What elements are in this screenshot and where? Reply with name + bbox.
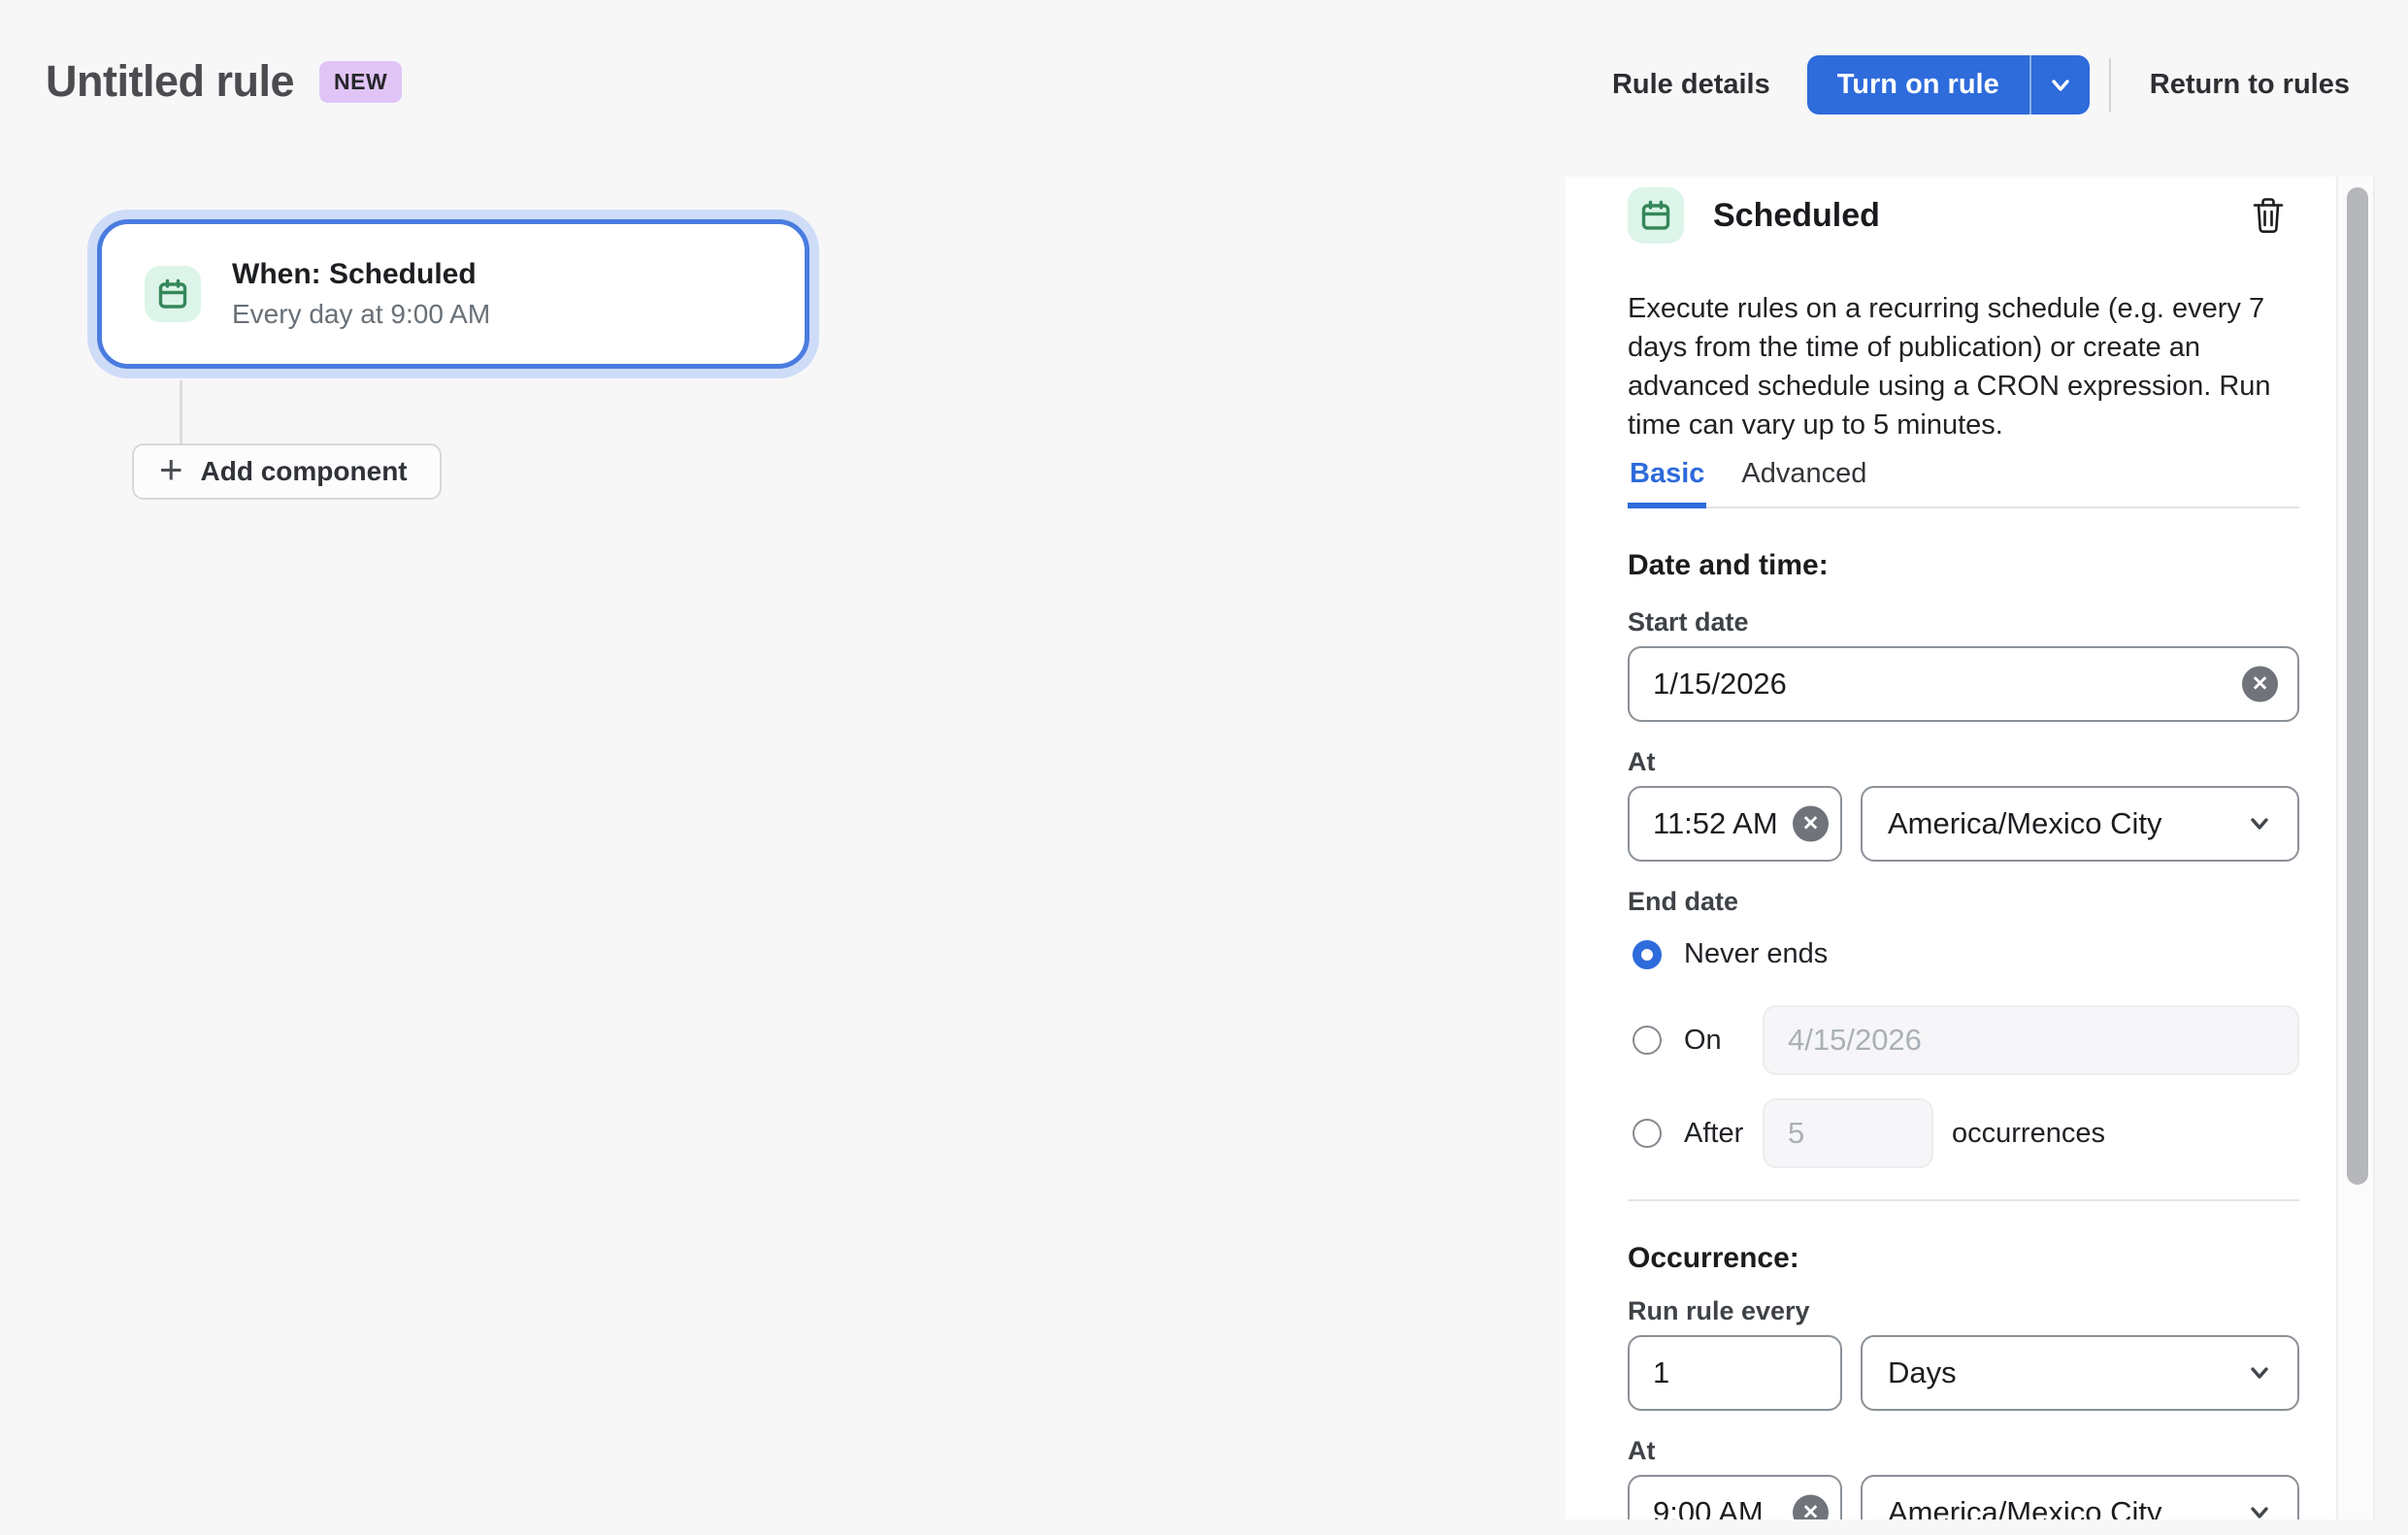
run-every-unit-select[interactable]: Days bbox=[1861, 1335, 2299, 1411]
end-after-radio-cell: After bbox=[1633, 1118, 1763, 1150]
end-on-radio[interactable] bbox=[1633, 1026, 1662, 1055]
panel-tabs: Basic Advanced bbox=[1628, 458, 2299, 508]
run-every-unit-value: Days bbox=[1888, 1355, 1957, 1390]
delete-component-button[interactable] bbox=[2251, 196, 2286, 235]
trigger-card-subtitle: Every day at 9:00 AM bbox=[232, 299, 490, 330]
end-after-option: After occurrences bbox=[1628, 1098, 2299, 1168]
never-ends-radio[interactable] bbox=[1633, 940, 1662, 969]
trash-icon bbox=[2251, 196, 2286, 235]
tab-basic[interactable]: Basic bbox=[1628, 458, 1706, 508]
end-on-option: On bbox=[1628, 1005, 2299, 1075]
calendar-icon bbox=[1628, 187, 1684, 244]
calendar-icon bbox=[145, 266, 201, 322]
start-date-field: ✕ bbox=[1628, 646, 2299, 722]
start-time-field: ✕ bbox=[1628, 786, 1842, 862]
trigger-card-text: When: Scheduled Every day at 9:00 AM bbox=[232, 258, 490, 330]
trigger-card-title: When: Scheduled bbox=[232, 258, 490, 291]
plus-icon: + bbox=[159, 449, 183, 490]
at-label: At bbox=[1628, 747, 2299, 777]
add-component-label: Add component bbox=[201, 456, 408, 487]
tab-advanced[interactable]: Advanced bbox=[1739, 458, 1868, 508]
end-after-radio[interactable] bbox=[1633, 1119, 1662, 1148]
end-date-label: End date bbox=[1628, 887, 2299, 917]
end-after-count-input[interactable] bbox=[1763, 1098, 1933, 1168]
end-after-radio-label[interactable]: After bbox=[1684, 1118, 1743, 1150]
chevron-down-icon bbox=[2047, 72, 2074, 99]
chevron-down-icon bbox=[2245, 809, 2274, 838]
add-component-button[interactable]: + Add component bbox=[132, 443, 442, 500]
turn-on-rule-caret-button[interactable] bbox=[2029, 55, 2090, 114]
panel-scrollbar-track[interactable] bbox=[2336, 177, 2375, 1519]
turn-on-rule-split-button: Turn on rule bbox=[1807, 55, 2090, 114]
connector-line bbox=[180, 380, 182, 444]
clear-icon[interactable]: ✕ bbox=[2242, 667, 2278, 702]
header-divider bbox=[2109, 58, 2111, 113]
start-date-input[interactable] bbox=[1628, 646, 2299, 722]
clear-icon[interactable]: ✕ bbox=[1793, 806, 1829, 842]
chevron-down-icon bbox=[2245, 1498, 2274, 1519]
run-every-value-input[interactable] bbox=[1628, 1335, 1842, 1411]
end-on-radio-cell: On bbox=[1633, 1025, 1763, 1057]
start-date-label: Start date bbox=[1628, 607, 2299, 637]
occurrence-timezone-select[interactable]: America/Mexico City bbox=[1861, 1475, 2299, 1519]
panel-scrollbar-thumb[interactable] bbox=[2347, 187, 2368, 1185]
new-badge: NEW bbox=[319, 61, 402, 103]
occurrence-heading: Occurrence: bbox=[1628, 1242, 2299, 1275]
section-divider bbox=[1628, 1199, 2299, 1201]
scheduled-config-panel: Scheduled Execute rules on a recurring s… bbox=[1566, 177, 2336, 1519]
occurrence-time-row: ✕ America/Mexico City bbox=[1628, 1475, 2299, 1519]
never-ends-radio-label[interactable]: Never ends bbox=[1684, 938, 1828, 970]
run-rule-every-label: Run rule every bbox=[1628, 1296, 2299, 1326]
chevron-down-icon bbox=[2245, 1358, 2274, 1388]
run-every-row: Days bbox=[1628, 1335, 2299, 1411]
occurrence-at-label: At bbox=[1628, 1436, 2299, 1466]
panel-title: Scheduled bbox=[1713, 197, 1880, 235]
rule-details-button[interactable]: Rule details bbox=[1612, 69, 1770, 101]
date-and-time-heading: Date and time: bbox=[1628, 549, 2299, 582]
turn-on-rule-button[interactable]: Turn on rule bbox=[1807, 55, 2029, 114]
end-on-radio-label[interactable]: On bbox=[1684, 1025, 1722, 1057]
end-on-date-input[interactable] bbox=[1763, 1005, 2299, 1075]
start-timezone-select[interactable]: America/Mexico City bbox=[1861, 786, 2299, 862]
start-timezone-value: America/Mexico City bbox=[1888, 806, 2162, 841]
rule-header: Untitled rule NEW bbox=[46, 56, 402, 107]
panel-header: Scheduled bbox=[1628, 184, 2299, 246]
trigger-card-when-scheduled[interactable]: When: Scheduled Every day at 9:00 AM bbox=[97, 219, 809, 369]
page-title: Untitled rule bbox=[46, 56, 294, 107]
start-time-row: ✕ America/Mexico City bbox=[1628, 786, 2299, 862]
panel-description: Execute rules on a recurring schedule (e… bbox=[1628, 289, 2299, 444]
occurrence-timezone-value: America/Mexico City bbox=[1888, 1495, 2162, 1519]
return-to-rules-button[interactable]: Return to rules bbox=[2150, 69, 2350, 101]
occurrences-suffix: occurrences bbox=[1952, 1118, 2299, 1150]
never-ends-option: Never ends bbox=[1628, 938, 2299, 970]
header-actions: Rule details Turn on rule Return to rule… bbox=[1612, 55, 2350, 114]
occurrence-time-field: ✕ bbox=[1628, 1475, 1842, 1519]
